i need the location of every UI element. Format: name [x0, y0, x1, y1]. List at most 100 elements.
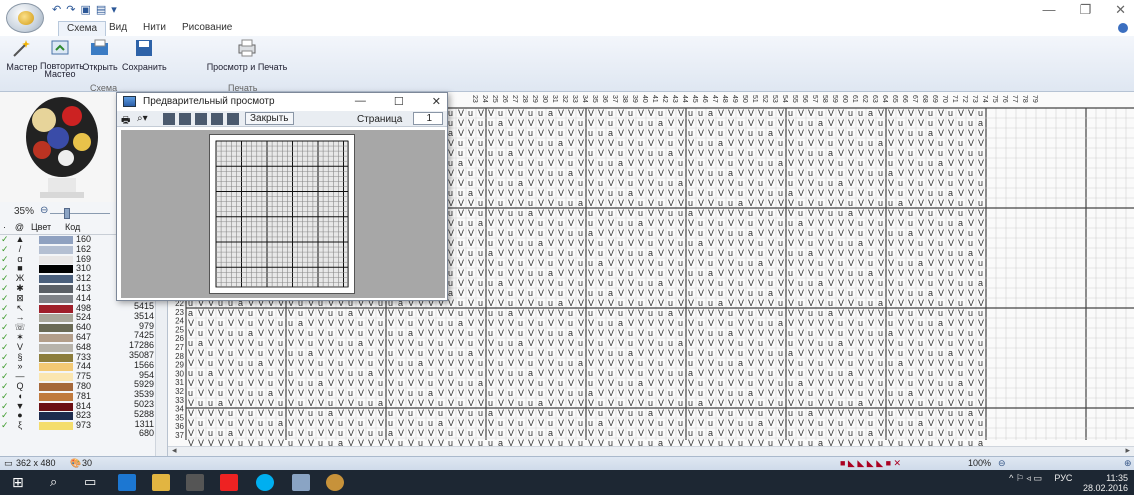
- tray-clock[interactable]: 11:35 28.02.2016: [1083, 473, 1128, 493]
- help-icon[interactable]: [1118, 23, 1128, 33]
- preview-close-button[interactable]: Закрыть: [245, 112, 294, 125]
- stitch-symbol: V: [188, 318, 194, 328]
- stitch-symbol: V: [268, 358, 274, 368]
- tab-view[interactable]: Вид: [101, 21, 135, 36]
- scroll-right-icon[interactable]: ▸: [1125, 445, 1130, 456]
- stitch-symbol: V: [548, 128, 554, 138]
- save-button[interactable]: Сохранить: [122, 38, 167, 72]
- stitch-symbol: V: [588, 118, 594, 128]
- one-page-icon[interactable]: [163, 113, 175, 125]
- windows-start-icon[interactable]: ⊞: [12, 474, 30, 491]
- stitch-symbol: V: [938, 408, 944, 418]
- stitch-symbol: V: [348, 328, 354, 338]
- stitch-symbol: V: [658, 398, 664, 408]
- stitch-symbol: u: [418, 348, 423, 358]
- stitch-symbol: V: [588, 338, 594, 348]
- stitch-symbol: V: [418, 378, 424, 388]
- tab-threads[interactable]: Нити: [135, 21, 174, 36]
- store-icon[interactable]: [186, 474, 204, 491]
- save-icon[interactable]: ▣: [80, 3, 90, 16]
- preview-close-icon[interactable]: ✕: [432, 95, 441, 108]
- yandex-icon[interactable]: [220, 474, 238, 491]
- status-tools[interactable]: ■ ◣ ◣ ◣ ◣ ■ ✕: [840, 458, 901, 469]
- stitch-symbol: V: [888, 218, 894, 228]
- embroidery-app-icon[interactable]: [326, 474, 344, 491]
- preview-print-button[interactable]: Просмотр и Печать: [204, 38, 290, 72]
- four-pages-icon[interactable]: [211, 113, 223, 125]
- stitch-symbol: V: [938, 428, 944, 438]
- master-button[interactable]: Мастер: [4, 38, 40, 72]
- open-button[interactable]: Открыть: [80, 38, 120, 72]
- stitch-symbol: u: [588, 308, 593, 318]
- redo-icon[interactable]: ↷: [66, 3, 75, 16]
- stitch-symbol: V: [928, 388, 934, 398]
- skype-icon[interactable]: [256, 474, 274, 491]
- stitch-symbol: V: [908, 178, 914, 188]
- stitch-symbol: V: [788, 418, 794, 428]
- stitch-symbol: a: [768, 288, 773, 298]
- stitch-symbol: V: [728, 398, 734, 408]
- stitch-symbol: V: [348, 408, 354, 418]
- repeat-master-button[interactable]: Повторить Мастео: [40, 38, 84, 79]
- close-icon[interactable]: ✕: [1115, 2, 1126, 18]
- stitch-symbol: V: [968, 198, 974, 208]
- three-pages-icon[interactable]: [195, 113, 207, 125]
- stitch-symbol: V: [378, 418, 384, 428]
- stitch-symbol: V: [188, 428, 194, 438]
- stitch-symbol: V: [758, 118, 764, 128]
- stitch-symbol: V: [198, 378, 204, 388]
- stitch-symbol: u: [688, 238, 693, 248]
- grid-horizontal-scrollbar[interactable]: ◂ ▸: [168, 445, 1134, 456]
- stitch-symbol: a: [838, 338, 843, 348]
- stitch-symbol: V: [498, 208, 504, 218]
- zoom-knob[interactable]: [64, 208, 70, 219]
- zoom-track[interactable]: [50, 213, 110, 214]
- application-menu-button[interactable]: [6, 3, 44, 33]
- stitch-symbol: V: [478, 418, 484, 428]
- thread-icon[interactable]: ▤: [96, 3, 106, 16]
- header-at[interactable]: @: [12, 222, 27, 234]
- thread-color-swatch: [39, 402, 73, 411]
- stitch-symbol: u: [538, 158, 543, 168]
- stitch-symbol: V: [428, 318, 434, 328]
- undo-icon[interactable]: ↶: [52, 3, 61, 16]
- tray-language[interactable]: РУС: [1054, 473, 1072, 483]
- thread-check-icon[interactable]: ✓: [1, 420, 11, 431]
- task-view-icon[interactable]: ▭: [84, 474, 102, 491]
- six-pages-icon[interactable]: [227, 113, 239, 125]
- explorer-icon[interactable]: [152, 474, 170, 491]
- scroll-left-icon[interactable]: ◂: [172, 445, 177, 456]
- tab-drawing[interactable]: Рисование: [174, 21, 240, 36]
- stitch-symbol: V: [888, 378, 894, 388]
- edge-icon[interactable]: [118, 474, 136, 491]
- restore-icon[interactable]: ❐: [1079, 2, 1091, 18]
- zoom-icon[interactable]: ⌕▾: [137, 113, 148, 125]
- stitch-symbol: V: [668, 218, 674, 228]
- stitch-symbol: u: [458, 378, 463, 388]
- page-number-input[interactable]: 1: [413, 112, 443, 125]
- print-icon[interactable]: 🖶: [121, 113, 130, 126]
- photo-viewer-icon[interactable]: [292, 474, 310, 491]
- preview-maximize-icon[interactable]: ☐: [394, 95, 404, 108]
- preview-minimize-icon[interactable]: —: [355, 95, 366, 108]
- stitch-symbol: V: [878, 208, 884, 218]
- stitch-symbol: u: [428, 308, 433, 318]
- stitch-symbol: u: [358, 398, 363, 408]
- stitch-symbol: u: [558, 168, 563, 178]
- tray-icons[interactable]: ^ ⚐ ◃ ▭: [1009, 473, 1042, 483]
- status-zoom-in-icon[interactable]: ⊕: [1124, 458, 1132, 469]
- stitch-symbol: u: [628, 268, 633, 278]
- tab-scheme[interactable]: Схема: [58, 21, 107, 36]
- header-code[interactable]: Код: [65, 222, 80, 234]
- stitch-symbol: u: [678, 318, 683, 328]
- zoom-out-icon[interactable]: ⊖: [40, 205, 48, 216]
- stitch-symbol: V: [698, 438, 704, 446]
- header-color[interactable]: Цвет: [27, 222, 65, 234]
- minimize-icon[interactable]: —: [1042, 2, 1055, 18]
- qat-menu-icon[interactable]: ▾: [111, 3, 117, 16]
- two-pages-icon[interactable]: [179, 113, 191, 125]
- stitch-symbol: a: [718, 298, 723, 308]
- status-zoom-out-icon[interactable]: ⊖: [998, 458, 1006, 469]
- stitch-symbol: V: [948, 258, 954, 268]
- search-icon[interactable]: ⌕: [50, 474, 68, 491]
